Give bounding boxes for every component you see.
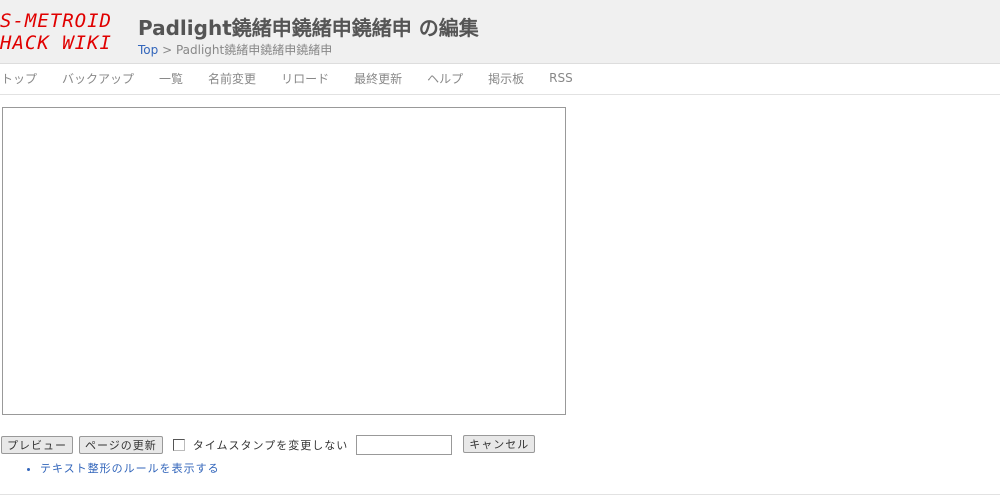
text-formatting-rules-link[interactable]: テキスト整形のルールを表示する — [40, 462, 220, 475]
nav-item-list[interactable]: 一覧 — [159, 70, 183, 87]
list-item: テキスト整形のルールを表示する — [40, 460, 220, 476]
update-page-button[interactable]: ページの更新 — [79, 436, 163, 454]
breadcrumb-current-page: Padlight鐃緒申鐃緒申鐃緒申 — [175, 43, 333, 57]
page-content-textarea[interactable] — [2, 107, 566, 415]
nav-item-backup[interactable]: バックアップ — [62, 70, 134, 87]
breadcrumb-top-link[interactable]: Top — [138, 43, 158, 57]
page-menu: トップ バックアップ 一覧 名前変更 リロード 最終更新 ヘルプ 掲示板 RSS — [0, 64, 1000, 95]
keep-timestamp-label[interactable]: タイムスタンプを変更しない — [193, 437, 348, 453]
page-title: Padlight鐃緒申鐃緒申鐃緒申 の編集 — [138, 16, 479, 40]
password-input[interactable] — [356, 435, 453, 455]
breadcrumb-separator: > — [158, 43, 176, 57]
preview-button[interactable]: プレビュー — [1, 436, 73, 454]
rules-list: テキスト整形のルールを表示する — [22, 460, 220, 476]
logo-line-2: HACK WIKI — [0, 32, 112, 54]
nav-item-rename[interactable]: 名前変更 — [208, 70, 256, 87]
nav-item-help[interactable]: ヘルプ — [427, 70, 463, 87]
nav-item-bbs[interactable]: 掲示板 — [488, 70, 524, 87]
nav-item-top[interactable]: トップ — [1, 70, 37, 87]
edit-form-controls: プレビュー ページの更新 タイムスタンプを変更しない キャンセル — [1, 434, 541, 455]
nav-item-reload[interactable]: リロード — [281, 70, 329, 87]
cancel-button[interactable]: キャンセル — [463, 434, 536, 453]
nav-item-recent[interactable]: 最終更新 — [354, 70, 402, 87]
nav-item-rss[interactable]: RSS — [549, 71, 573, 85]
keep-timestamp-checkbox[interactable] — [172, 439, 185, 451]
site-logo[interactable]: S-METROID HACK WIKI — [0, 10, 120, 58]
site-header: S-METROID HACK WIKI Padlight鐃緒申鐃緒申鐃緒申 の編… — [0, 0, 1000, 64]
logo-line-1: S-METROID — [0, 10, 112, 32]
footer-divider — [0, 494, 1000, 495]
breadcrumb: Top > Padlight鐃緒申鐃緒申鐃緒申 — [138, 41, 332, 58]
